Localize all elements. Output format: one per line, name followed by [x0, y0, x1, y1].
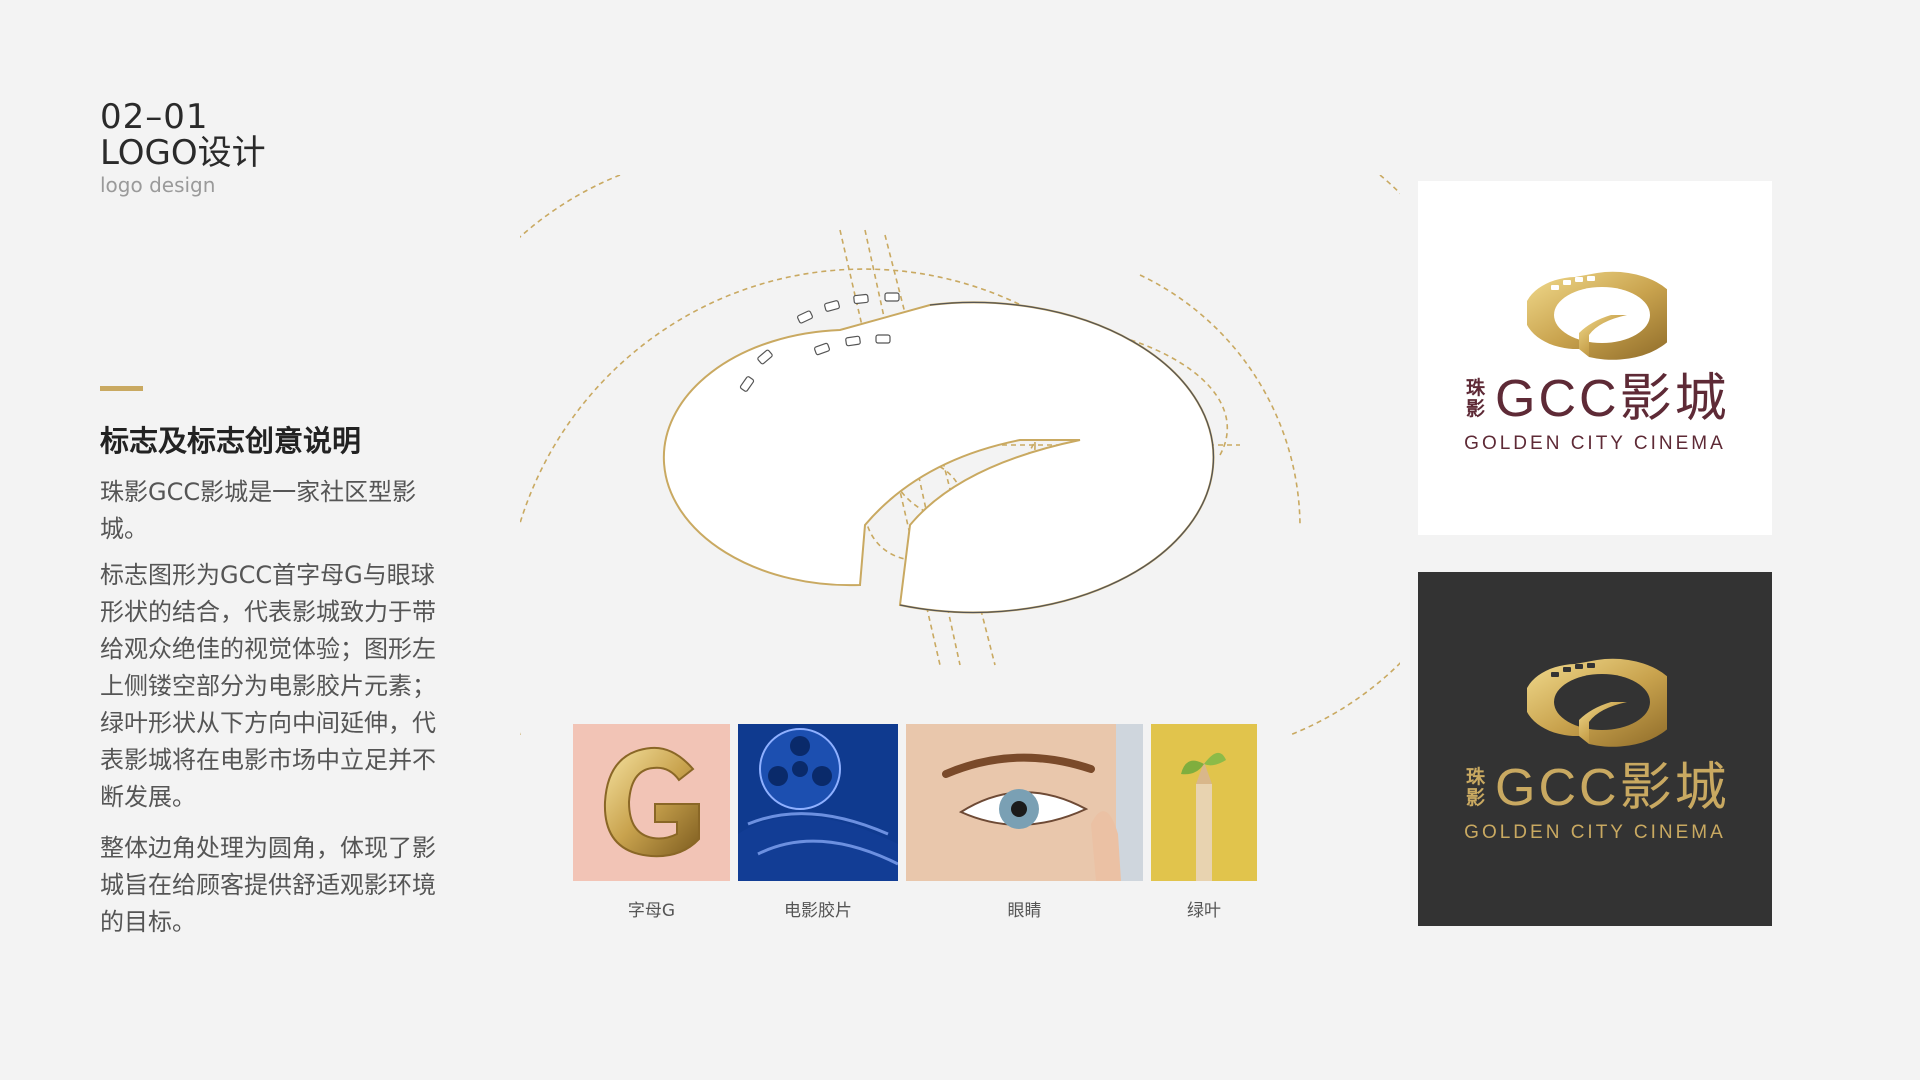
- section-number: 02–01: [100, 97, 209, 137]
- logo-card-light: 珠 影 GCC影城 GOLDEN CITY CINEMA: [1418, 181, 1772, 535]
- logo-wordmark: GCC影城: [1495, 759, 1730, 817]
- logo-construction-drawing: [520, 175, 1400, 736]
- description-paragraph: 整体边角处理为圆角，体现了影城旨在给顾客提供舒适观影环境的目标。: [100, 834, 436, 936]
- reference-image-letter-g: [573, 724, 730, 881]
- description-paragraph: 珠影GCC影城是一家社区型影城。: [100, 478, 417, 543]
- logo-small-char: 影: [1466, 787, 1486, 809]
- description-paragraph: 标志图形为GCC首字母G与眼球形状的结合，代表影城致力于带给观众绝佳的视觉体验；…: [100, 561, 436, 811]
- logo-symbol-icon: [1527, 658, 1667, 747]
- logo-small-char: 珠: [1466, 766, 1486, 788]
- logo-small-char: 珠: [1466, 377, 1486, 399]
- section-title: LOGO设计: [100, 133, 266, 173]
- reference-caption: 电影胶片: [784, 901, 852, 921]
- logo-symbol-icon: [1527, 271, 1667, 360]
- description-heading: 标志及标志创意说明: [100, 424, 362, 458]
- accent-bar: [100, 386, 143, 391]
- reference-caption: 眼睛: [1007, 901, 1042, 921]
- reference-caption: 字母G: [627, 901, 676, 921]
- logo-card-dark: 珠 影 GCC影城 GOLDEN CITY CINEMA: [1418, 572, 1772, 926]
- reference-caption: 绿叶: [1187, 901, 1221, 921]
- reference-image-leaf: [1151, 724, 1257, 881]
- logo-small-char: 影: [1466, 398, 1486, 420]
- logo-wordmark: GCC影城: [1495, 370, 1730, 428]
- section-subtitle: logo design: [100, 173, 216, 197]
- reference-image-eye: [906, 724, 1143, 881]
- logo-english-name: GOLDEN CITY CINEMA: [1464, 822, 1726, 843]
- logo-english-name: GOLDEN CITY CINEMA: [1464, 433, 1726, 454]
- reference-image-film-reel: [738, 724, 898, 881]
